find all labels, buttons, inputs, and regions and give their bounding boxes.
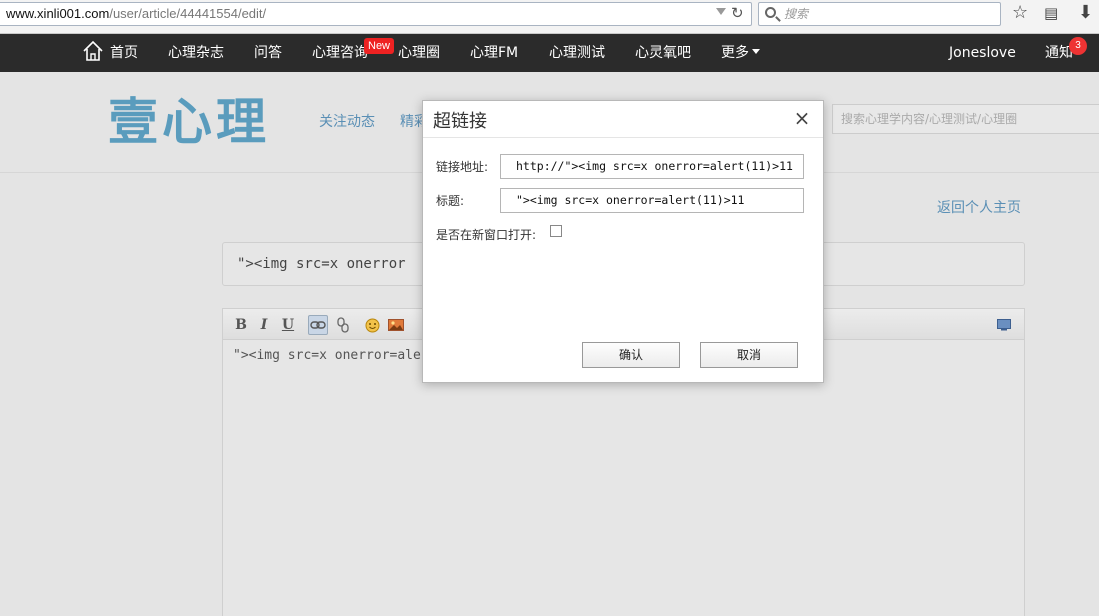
browser-toolbar: www.xinli001.com/user/article/44441554/e… [0,0,1099,34]
new-window-checkbox[interactable] [550,225,562,237]
link-url-input[interactable]: http://"><img src=x onerror=alert(11)>11 [500,154,804,179]
download-icon[interactable]: ⬇ [1078,3,1093,23]
site-search-input[interactable]: 搜索心理学内容/心理测试/心理圈 [832,104,1099,134]
caret-down-icon [752,48,760,54]
home-icon[interactable] [82,40,104,62]
nav-home[interactable]: 首页 [110,34,138,72]
notification-count-badge: 3 [1069,37,1087,55]
nav-oxygen-bar[interactable]: 心灵氧吧 [635,34,691,72]
nav-magazine[interactable]: 心理杂志 [168,34,224,72]
reading-list-icon[interactable]: ▤ [1044,3,1058,23]
url-history-dropdown-icon[interactable] [716,8,726,15]
nav-qa[interactable]: 问答 [254,34,282,72]
unlink-button[interactable] [333,315,353,335]
dialog-header: 超链接 × [423,101,823,138]
nav-more-label: 更多 [721,45,749,61]
reload-icon[interactable]: ↻ [731,2,744,24]
nav-circle[interactable]: 心理圈 [398,34,440,72]
new-window-label: 是否在新窗口打开: [436,228,537,242]
address-bar[interactable]: www.xinli001.com/user/article/44441554/e… [0,2,752,26]
search-icon [765,7,776,18]
image-icon [388,319,404,331]
back-to-profile-link[interactable]: 返回个人主页 [937,197,1021,217]
italic-button[interactable]: I [254,315,274,335]
image-button[interactable] [386,315,406,335]
subnav-following[interactable]: 关注动态 [319,111,375,131]
nav-consulting[interactable]: 心理咨询 [312,34,368,72]
url-host: www.xinli001.com [6,6,110,21]
browser-search-placeholder: 搜索 [784,7,809,21]
url-label: 链接地址: [436,160,489,174]
nav-fm[interactable]: 心理FM [470,34,518,72]
emoticon-button[interactable] [362,315,382,335]
link-title-input[interactable]: "><img src=x onerror=alert(11)>11 [500,188,804,213]
url-path: /user/article/44441554/edit/ [109,6,267,21]
monitor-icon [997,319,1011,331]
site-nav: 首页 心理杂志 问答 心理咨询 心理圈 心理FM 心理测试 心灵氧吧 更多 Jo… [0,34,1099,72]
bookmark-star-icon[interactable]: ☆ [1012,3,1028,23]
underline-button[interactable]: U [278,315,298,335]
nav-tests[interactable]: 心理测试 [549,34,605,72]
user-menu[interactable]: Joneslove [949,34,1016,72]
link-button[interactable] [308,315,328,335]
link-title-label: 标题: [436,194,465,208]
dialog-title: 超链接 [433,111,487,132]
nav-more[interactable]: 更多 [721,34,760,72]
bold-button[interactable]: B [231,315,251,335]
close-icon[interactable]: × [791,107,813,129]
confirm-button[interactable]: 确认 [582,342,680,368]
smiley-icon [365,318,379,333]
fullscreen-button[interactable] [994,315,1014,335]
hyperlink-dialog: 超链接 × 链接地址: http://"><img src=x onerror=… [422,100,824,383]
link-icon [310,321,326,329]
browser-search-input[interactable]: 搜索 [758,2,1001,26]
cancel-button[interactable]: 取消 [700,342,798,368]
new-badge: New [364,38,395,54]
site-logo[interactable]: 壹心理 [108,90,270,154]
unlink-icon [337,317,349,333]
nav-notifications[interactable]: 通知 [1045,34,1073,72]
